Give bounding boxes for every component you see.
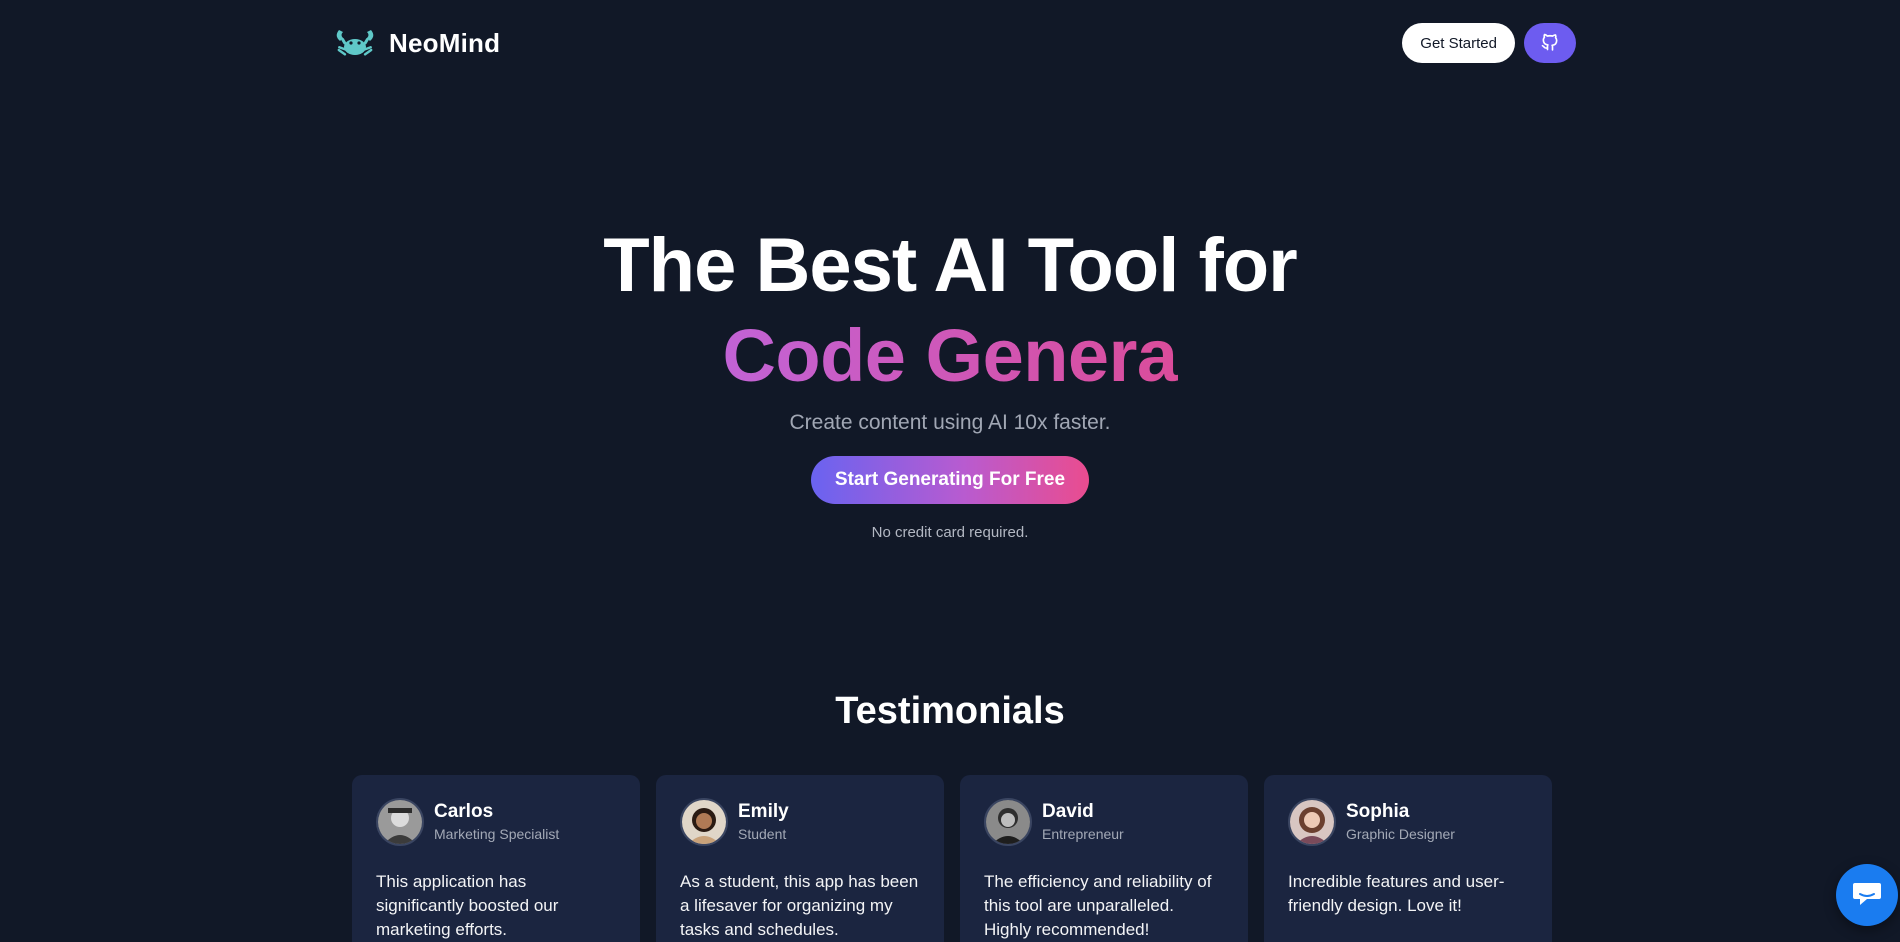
testimonial-name: Carlos [434,801,494,822]
testimonial-text: As a student, this app has been a lifesa… [680,872,919,939]
crab-icon [333,25,377,61]
hero-subtitle: Create content using AI 10x faster. [789,411,1111,434]
chat-widget-button[interactable] [1836,864,1898,926]
hero-typed-text: Code Genera [722,310,1178,402]
testimonial-cards: Carlos Marketing Specialist This applica… [352,775,1552,942]
brand-name: NeoMind [389,27,501,58]
testimonial-role: Graphic Designer [1346,826,1455,842]
testimonial-card: Carlos Marketing Specialist This applica… [352,775,640,942]
hero-title: The Best AI Tool for [603,223,1298,308]
chat-bubble-icon [1852,879,1882,912]
nav-actions: Get Started [1402,23,1576,63]
testimonial-card: Emily Student As a student, this app has… [656,775,944,942]
testimonial-name: David [1042,801,1094,822]
testimonial-card: Sophia Graphic Designer Incredible featu… [1264,775,1552,942]
testimonial-text: This application has significantly boost… [376,872,559,939]
testimonial-role: Entrepreneur [1042,826,1124,842]
testimonial-name: Sophia [1346,801,1410,822]
landing-page: NeoMind Get Started The Best AI Tool for… [0,0,1900,942]
testimonial-name: Emily [738,801,789,822]
avatar [376,798,424,846]
github-icon [1540,32,1560,55]
get-started-button[interactable]: Get Started [1402,23,1515,63]
testimonials-title: Testimonials [835,690,1065,732]
brand[interactable]: NeoMind [333,25,500,61]
top-nav: NeoMind Get Started [333,22,1576,64]
testimonial-card: David Entrepreneur The efficiency and re… [960,775,1248,942]
no-credit-card-note: No credit card required. [871,524,1029,541]
github-button[interactable] [1524,23,1576,63]
testimonial-role: Marketing Specialist [434,826,560,842]
testimonial-text: Incredible features and user-friendly de… [1288,872,1505,915]
testimonial-text: The efficiency and reliability of this t… [984,872,1212,939]
avatar [984,798,1032,846]
hero-section: The Best AI Tool for Code Genera Create … [0,222,1900,541]
start-generating-button[interactable]: Start Generating For Free [810,456,1090,504]
avatar [680,798,728,846]
testimonial-role: Student [738,826,787,842]
avatar [1288,798,1336,846]
